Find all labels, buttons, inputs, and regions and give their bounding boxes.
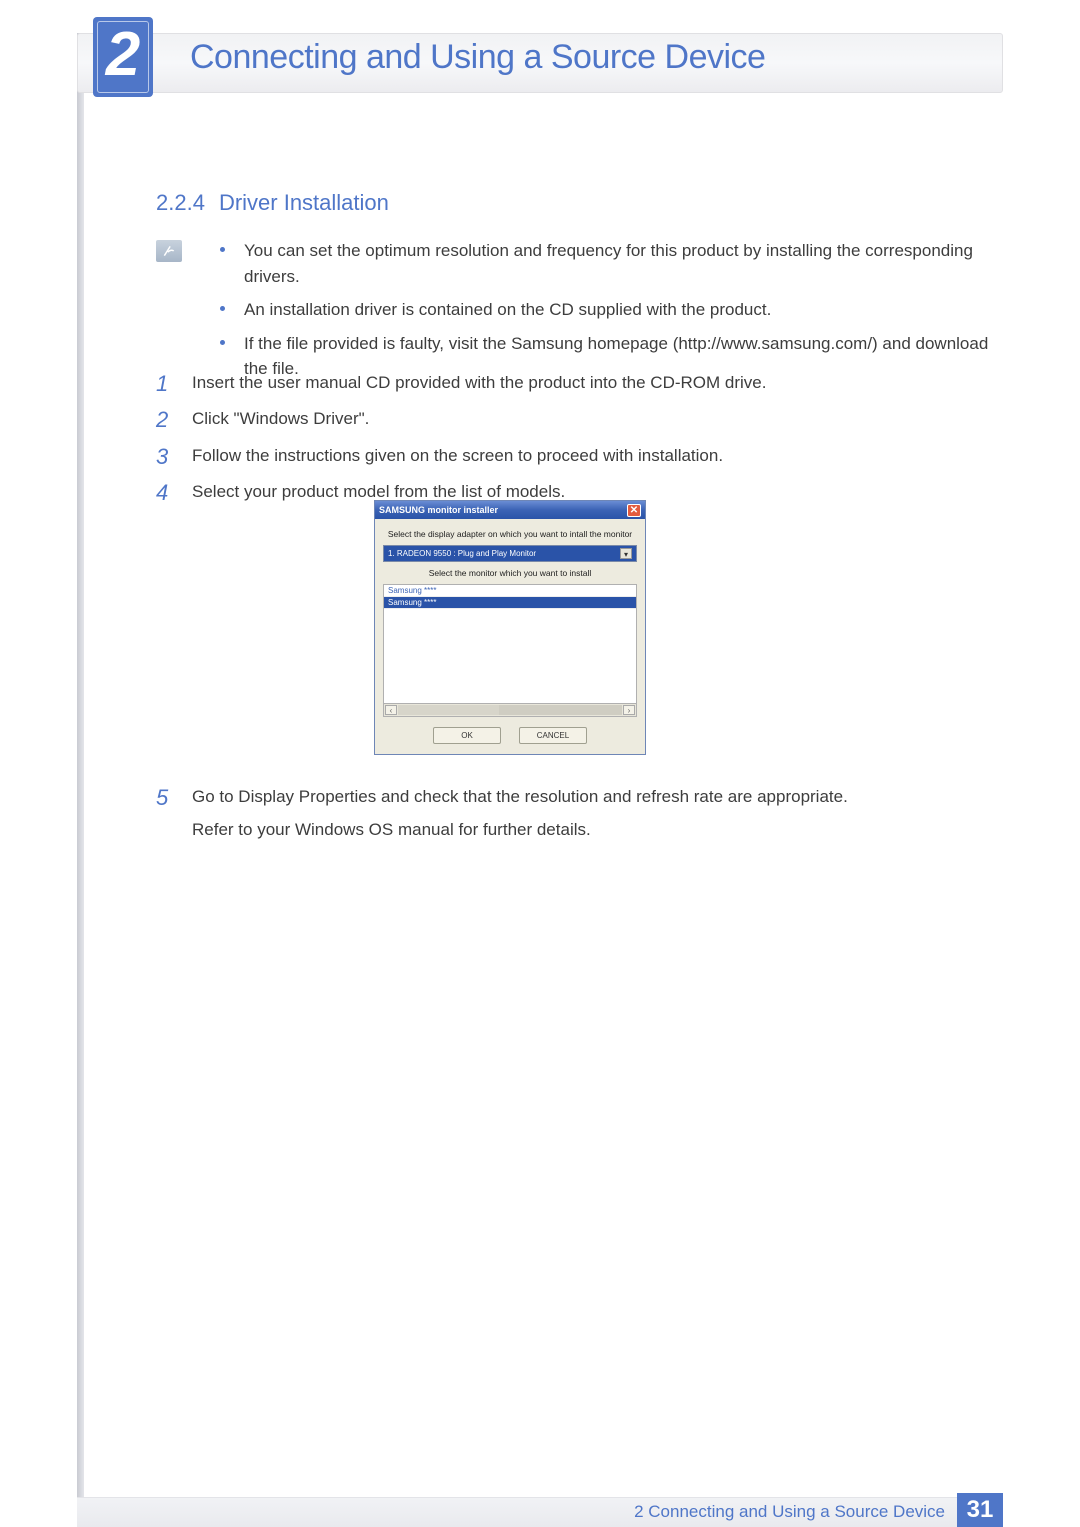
note-list: You can set the optimum resolution and f… bbox=[220, 238, 990, 390]
installer-titlebar: SAMSUNG monitor installer ✕ bbox=[375, 501, 645, 519]
section-number: 2.2.4 bbox=[156, 190, 205, 215]
scroll-right-icon[interactable]: › bbox=[623, 705, 635, 715]
note-item: You can set the optimum resolution and f… bbox=[220, 238, 990, 289]
note-icon bbox=[156, 240, 182, 262]
installer-hscrollbar[interactable]: ‹ › bbox=[383, 704, 637, 717]
steps-list: 1 Insert the user manual CD provided wit… bbox=[156, 370, 990, 515]
step-text: Follow the instructions given on the scr… bbox=[192, 446, 723, 465]
left-accent-bar bbox=[77, 33, 84, 1527]
step-number: 3 bbox=[156, 440, 168, 474]
step-5: 5 Go to Display Properties and check tha… bbox=[156, 783, 990, 843]
step-number: 5 bbox=[156, 780, 168, 815]
list-item[interactable]: Samsung **** bbox=[384, 585, 636, 597]
step-number: 1 bbox=[156, 367, 168, 401]
scroll-track[interactable] bbox=[398, 705, 622, 715]
footer-chapter-label: 2 Connecting and Using a Source Device bbox=[634, 1502, 945, 1522]
step-extra-text: Refer to your Windows OS manual for furt… bbox=[192, 816, 990, 843]
list-item[interactable]: Samsung **** bbox=[384, 597, 636, 609]
step-text: Select your product model from the list … bbox=[192, 482, 565, 501]
chapter-number: 2 bbox=[106, 24, 140, 86]
step-text: Insert the user manual CD provided with … bbox=[192, 373, 766, 392]
page-footer: 2 Connecting and Using a Source Device 3… bbox=[77, 1493, 1003, 1527]
step-2: 2 Click "Windows Driver". bbox=[156, 406, 990, 432]
section-title: Driver Installation bbox=[219, 190, 389, 215]
scroll-left-icon[interactable]: ‹ bbox=[385, 705, 397, 715]
step-number: 4 bbox=[156, 476, 168, 510]
chapter-title: Connecting and Using a Source Device bbox=[190, 38, 765, 77]
ok-button[interactable]: OK bbox=[433, 727, 501, 744]
step-text: Go to Display Properties and check that … bbox=[192, 787, 848, 806]
close-icon[interactable]: ✕ bbox=[627, 504, 641, 517]
note-item: An installation driver is contained on t… bbox=[220, 297, 990, 323]
footer-page-number: 31 bbox=[957, 1493, 1003, 1527]
step-text: Click "Windows Driver". bbox=[192, 409, 369, 428]
section-heading: 2.2.4 Driver Installation bbox=[156, 190, 389, 216]
installer-adapter-select[interactable]: 1. RADEON 9550 : Plug and Play Monitor ▾ bbox=[383, 545, 637, 562]
installer-monitor-label: Select the monitor which you want to ins… bbox=[383, 568, 637, 578]
step-3: 3 Follow the instructions given on the s… bbox=[156, 443, 990, 469]
installer-adapter-label: Select the display adapter on which you … bbox=[383, 529, 637, 539]
installer-dialog: SAMSUNG monitor installer ✕ Select the d… bbox=[374, 500, 646, 755]
installer-title: SAMSUNG monitor installer bbox=[379, 505, 498, 515]
cancel-button[interactable]: CANCEL bbox=[519, 727, 587, 744]
step-1: 1 Insert the user manual CD provided wit… bbox=[156, 370, 990, 396]
installer-adapter-value: 1. RADEON 9550 : Plug and Play Monitor bbox=[388, 549, 536, 558]
installer-monitor-listbox[interactable]: Samsung **** Samsung **** bbox=[383, 584, 637, 704]
step-number: 2 bbox=[156, 403, 168, 437]
installer-body: Select the display adapter on which you … bbox=[375, 519, 645, 754]
chevron-down-icon[interactable]: ▾ bbox=[620, 548, 632, 559]
chapter-badge: 2 bbox=[93, 17, 153, 97]
